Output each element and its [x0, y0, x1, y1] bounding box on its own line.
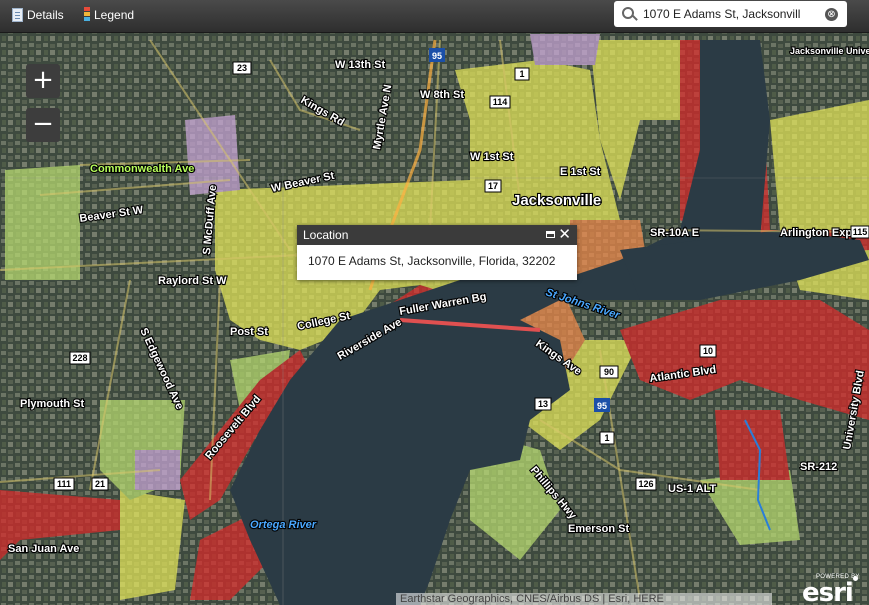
esri-dot-icon: [853, 576, 858, 581]
shield-17: 17: [484, 179, 502, 193]
zone-high-creek: [715, 410, 790, 480]
svg-text:1: 1: [604, 433, 609, 443]
shield-90: 90: [599, 365, 619, 379]
shield-1: 1: [514, 67, 530, 81]
label-post-st: Post St: [230, 326, 268, 338]
shield-228: 228: [69, 351, 91, 365]
label-emerson: Emerson St: [568, 523, 629, 535]
search-box: ⊗: [614, 1, 847, 27]
shield-115: 115: [850, 225, 869, 239]
label-sr212: SR-212: [800, 461, 837, 473]
label-jacksonville-university: Jacksonville University: [790, 46, 869, 56]
clear-search-icon[interactable]: ⊗: [825, 7, 838, 21]
popup-address: 1070 E Adams St, Jacksonville, Florida, …: [308, 254, 556, 268]
svg-text:90: 90: [604, 367, 614, 377]
svg-text:228: 228: [72, 353, 87, 363]
label-san-juan: San Juan Ave: [8, 543, 79, 555]
zone-minimal-west: [5, 165, 80, 280]
label-arlington-expy: Arlington Expy: [780, 227, 859, 239]
svg-text:17: 17: [488, 181, 498, 191]
svg-text:1: 1: [519, 69, 524, 79]
shield-111: 111: [53, 477, 75, 491]
esri-wordmark: esri: [802, 578, 854, 605]
shield-13: 13: [534, 397, 552, 411]
label-jacksonville: Jacksonville: [512, 192, 601, 209]
shield-114: 114: [489, 95, 511, 109]
label-ortega-river: Ortega River: [250, 519, 317, 531]
svg-text:23: 23: [237, 63, 247, 73]
svg-text:115: 115: [853, 227, 868, 237]
svg-text:114: 114: [493, 97, 508, 107]
shield-95-north: 95: [429, 48, 445, 62]
label-sr10a: SR-10A E: [650, 227, 699, 239]
shield-1-south: 1: [599, 431, 615, 445]
details-button[interactable]: Details: [12, 6, 64, 24]
map-canvas[interactable]: Jacksonville Jacksonville University W 1…: [0, 0, 869, 605]
location-popup: Location ✕ 1070 E Adams St, Jacksonville…: [297, 225, 577, 280]
label-e1st: E 1st St: [560, 166, 601, 178]
details-label: Details: [27, 8, 64, 22]
popup-header: Location ✕: [297, 225, 577, 245]
zoom-out-button[interactable]: −: [26, 108, 60, 142]
svg-text:95: 95: [597, 401, 607, 411]
maximize-icon[interactable]: [546, 231, 555, 238]
map-attribution: Earthstar Geographics, CNES/Airbus DS | …: [396, 593, 772, 605]
label-commonwealth: Commonwealth Ave: [90, 163, 194, 175]
svg-text:10: 10: [703, 346, 713, 356]
popup-body: 1070 E Adams St, Jacksonville, Florida, …: [297, 245, 577, 280]
shield-95-south: 95: [594, 398, 610, 412]
esri-logo[interactable]: POWERED BY esri: [800, 574, 860, 605]
shield-21: 21: [91, 477, 109, 491]
shield-126: 126: [635, 477, 657, 491]
svg-text:13: 13: [538, 399, 548, 409]
shield-10: 10: [699, 344, 717, 358]
label-w13th: W 13th St: [335, 59, 385, 71]
close-icon[interactable]: ✕: [558, 226, 571, 244]
zoom-in-button[interactable]: +: [26, 64, 60, 98]
popup-title: Location: [303, 228, 349, 242]
map-viewer: Jacksonville Jacksonville University W 1…: [0, 0, 869, 605]
svg-text:95: 95: [432, 51, 442, 61]
legend-icon: [84, 7, 90, 23]
svg-text:126: 126: [638, 479, 653, 489]
svg-text:111: 111: [57, 479, 71, 489]
svg-text:21: 21: [95, 479, 105, 489]
legend-button[interactable]: Legend: [84, 6, 134, 24]
legend-label: Legend: [94, 8, 135, 22]
label-plymouth: Plymouth St: [20, 398, 85, 410]
shield-23: 23: [232, 61, 252, 75]
label-w8th: W 8th St: [420, 89, 464, 101]
label-raylord: Raylord St W: [158, 275, 227, 287]
label-w1st: W 1st St: [470, 151, 514, 163]
zone-other-north: [530, 34, 600, 65]
document-icon: [12, 8, 23, 22]
search-icon[interactable]: [619, 3, 641, 25]
zone-low-sw: [120, 490, 185, 600]
search-input[interactable]: [641, 7, 815, 21]
label-us1a: US-1 ALT: [668, 483, 717, 495]
